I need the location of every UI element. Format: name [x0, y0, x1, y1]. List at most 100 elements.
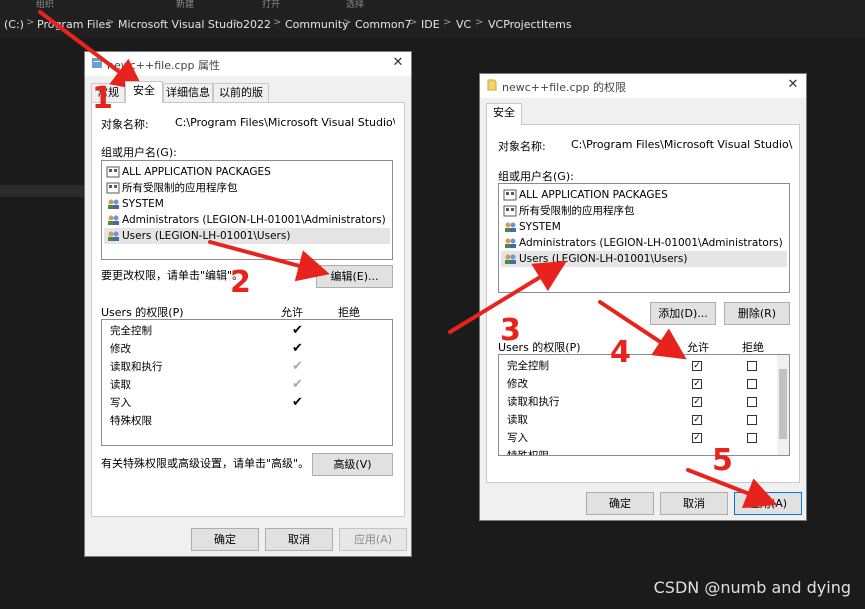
- list-item-selected[interactable]: Users (LEGION-LH-01001\Users): [104, 228, 390, 244]
- toolbar-item[interactable]: 选择: [346, 0, 364, 10]
- allow-checkbox[interactable]: ✓: [692, 379, 702, 389]
- toolbar-item[interactable]: 打开: [262, 0, 280, 10]
- allow-check-icon: ✔: [292, 341, 303, 356]
- permission-name: 修改: [507, 378, 528, 390]
- group-name: 所有受限制的应用程序包: [122, 182, 238, 194]
- permissions-scrollbar[interactable]: [777, 355, 789, 455]
- list-item-selected[interactable]: Users (LEGION-LH-01001\Users): [501, 251, 787, 267]
- advanced-hint: 有关特殊权限或高级设置，请单击"高级"。: [101, 457, 310, 470]
- groups-label: 组或用户名(G):: [101, 146, 177, 159]
- breadcrumb-segment[interactable]: 2022: [243, 18, 271, 31]
- scrollbar-thumb[interactable]: [779, 369, 787, 439]
- package-icon: [106, 166, 120, 178]
- dialog-title: newc++file.cpp 属性: [107, 59, 220, 72]
- allow-checkbox[interactable]: ✓: [692, 397, 702, 407]
- deny-checkbox[interactable]: [747, 433, 757, 443]
- allow-check-icon: ✔: [292, 377, 303, 392]
- tab-security[interactable]: 安全: [125, 81, 163, 103]
- dialog-title: newc++file.cpp 的权限: [502, 81, 626, 94]
- breadcrumb-segment[interactable]: IDE: [421, 18, 440, 31]
- groups-label: 组或用户名(G):: [498, 170, 574, 183]
- object-name-value: C:\Program Files\Microsoft Visual Studio…: [571, 138, 793, 151]
- permission-name: 完全控制: [507, 360, 549, 372]
- breadcrumb-segment[interactable]: Program Files: [37, 18, 111, 31]
- properties-dialog: newc++file.cpp 属性 ✕ 常规 安全 详细信息 以前的版本 对象名…: [84, 51, 412, 557]
- tab-general[interactable]: 常规: [91, 83, 125, 103]
- list-item[interactable]: ALL APPLICATION PACKAGES: [104, 164, 390, 180]
- apply-button[interactable]: 应用(A): [339, 528, 407, 551]
- allow-header: 允许: [281, 306, 303, 319]
- add-button[interactable]: 添加(D)...: [650, 302, 716, 325]
- tab-details[interactable]: 详细信息: [163, 83, 213, 103]
- allow-check-icon: ✔: [292, 323, 303, 338]
- object-name-label: 对象名称:: [498, 140, 546, 153]
- toolbar-item[interactable]: 新建: [176, 0, 194, 10]
- allow-check-icon: ✔: [292, 359, 303, 374]
- edit-button[interactable]: 编辑(E)...: [316, 265, 393, 288]
- deny-checkbox[interactable]: [747, 379, 757, 389]
- list-item[interactable]: 所有受限制的应用程序包: [501, 203, 787, 219]
- ok-button[interactable]: 确定: [586, 492, 654, 515]
- advanced-button[interactable]: 高级(V): [312, 453, 393, 476]
- permissions-list[interactable]: 完全控制 ✓ 修改 ✓ 读取和执行 ✓ 读取 ✓ 写入 ✓ 特殊权限: [498, 354, 790, 456]
- deny-checkbox[interactable]: [747, 397, 757, 407]
- toolbar-item[interactable]: 组织: [36, 0, 54, 10]
- properties-titlebar: newc++file.cpp 属性 ✕: [85, 52, 411, 76]
- group-name: 所有受限制的应用程序包: [519, 205, 635, 217]
- remove-button[interactable]: 删除(R): [724, 302, 790, 325]
- breadcrumb-segment[interactable]: Common7: [355, 18, 412, 31]
- tab-previous-versions[interactable]: 以前的版本: [213, 83, 269, 117]
- groups-list[interactable]: ALL APPLICATION PACKAGES 所有受限制的应用程序包 SYS…: [498, 183, 790, 293]
- object-name-label: 对象名称:: [101, 118, 149, 131]
- list-item[interactable]: Administrators (LEGION-LH-01001\Administ…: [501, 235, 787, 251]
- address-breadcrumb: (C:) > Program Files > Microsoft Visual …: [0, 10, 865, 38]
- deny-checkbox[interactable]: [747, 361, 757, 371]
- cancel-button[interactable]: 取消: [660, 492, 728, 515]
- breadcrumb-segment[interactable]: Community: [285, 18, 349, 31]
- change-hint: 要更改权限，请单击"编辑"。: [101, 269, 244, 282]
- close-icon[interactable]: ✕: [391, 55, 405, 71]
- users-icon: [108, 215, 119, 225]
- package-icon: [503, 189, 517, 201]
- allow-checkbox[interactable]: ✓: [692, 433, 702, 443]
- package-icon: [106, 182, 120, 194]
- users-icon: [505, 222, 516, 232]
- ok-button[interactable]: 确定: [191, 528, 259, 551]
- users-icon: [108, 231, 119, 241]
- allow-checkbox[interactable]: ✓: [692, 415, 702, 425]
- tab-security[interactable]: 安全: [486, 103, 522, 125]
- apply-button[interactable]: 应用(A): [734, 492, 802, 515]
- group-name: ALL APPLICATION PACKAGES: [122, 166, 271, 178]
- cancel-button[interactable]: 取消: [265, 528, 333, 551]
- permission-row: 完全控制 ✔: [102, 322, 392, 340]
- breadcrumb-separator: >: [232, 17, 241, 28]
- allow-header: 允许: [687, 341, 709, 354]
- explorer-toolbar-strip: 组织 新建 打开 选择: [0, 0, 865, 10]
- group-name: Users (LEGION-LH-01001\Users): [122, 230, 291, 242]
- allow-check-icon: ✔: [292, 395, 303, 410]
- permission-row: 特殊权限: [499, 447, 789, 455]
- list-item[interactable]: Administrators (LEGION-LH-01001\Administ…: [104, 212, 390, 228]
- list-item[interactable]: 所有受限制的应用程序包: [104, 180, 390, 196]
- allow-checkbox[interactable]: ✓: [692, 361, 702, 371]
- list-item[interactable]: SYSTEM: [104, 196, 390, 212]
- breadcrumb-segment[interactable]: VCProjectItems: [488, 18, 572, 31]
- close-icon[interactable]: ✕: [786, 77, 800, 93]
- group-name: Administrators (LEGION-LH-01001\Administ…: [519, 237, 783, 249]
- breadcrumb-separator: >: [409, 17, 418, 28]
- groups-list[interactable]: ALL APPLICATION PACKAGES 所有受限制的应用程序包 SYS…: [101, 160, 393, 260]
- deny-header: 拒绝: [742, 341, 764, 354]
- deny-header: 拒绝: [338, 306, 360, 319]
- breadcrumb-segment[interactable]: Microsoft Visual Studio: [118, 18, 243, 31]
- list-item[interactable]: SYSTEM: [501, 219, 787, 235]
- breadcrumb-segment[interactable]: (C:): [4, 18, 24, 31]
- breadcrumb-segment[interactable]: VC: [456, 18, 471, 31]
- permission-name: 完全控制: [110, 325, 152, 337]
- permission-row: 修改 ✓: [499, 375, 789, 393]
- security-panel: 对象名称: C:\Program Files\Microsoft Visual …: [91, 102, 405, 517]
- breadcrumb-separator: >: [273, 17, 282, 28]
- group-name: Administrators (LEGION-LH-01001\Administ…: [122, 214, 386, 226]
- breadcrumb-separator: >: [106, 17, 115, 28]
- list-item[interactable]: ALL APPLICATION PACKAGES: [501, 187, 787, 203]
- deny-checkbox[interactable]: [747, 415, 757, 425]
